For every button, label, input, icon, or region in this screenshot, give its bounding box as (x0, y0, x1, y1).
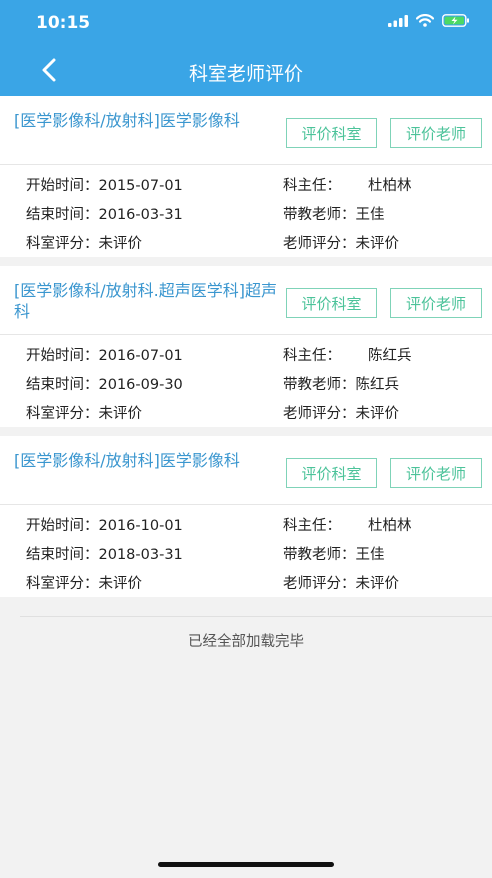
evaluation-card: [医学影像科/放射科]医学影像科 评价科室 评价老师 开始时间：2016-10-… (0, 436, 492, 597)
end-date: 结束时间：2016-03-31 (26, 207, 183, 223)
status-icons (388, 14, 470, 27)
department-score: 科室评分：未评价 (26, 576, 142, 592)
page-title: 科室老师评价 (188, 63, 303, 85)
director-label: 科主任： (283, 518, 341, 534)
teacher-score: 老师评分：未评价 (283, 576, 399, 592)
status-time: 10:15 (36, 13, 91, 33)
rate-department-button[interactable]: 评价科室 (286, 288, 377, 318)
director-name: 杜柏林 (368, 178, 412, 194)
app-header: 10:15 科室老师评价 (0, 0, 492, 96)
teacher-name: 带教老师：王佳 (283, 547, 385, 563)
director-name: 陈红兵 (368, 348, 412, 364)
department-name: [医学影像科/放射科.超声医学科]超声科 (14, 281, 277, 321)
signal-icon (388, 14, 408, 27)
teacher-score: 老师评分：未评价 (283, 236, 399, 252)
teacher-score: 老师评分：未评价 (283, 406, 399, 422)
director-label: 科主任： (283, 348, 341, 364)
wifi-icon (416, 14, 434, 27)
rate-teacher-button[interactable]: 评价老师 (390, 118, 482, 148)
department-score: 科室评分：未评价 (26, 406, 142, 422)
load-complete-message: 已经全部加载完毕 (188, 634, 304, 650)
evaluation-list: [医学影像科/放射科]医学影像科 评价科室 评价老师 开始时间：2015-07-… (0, 96, 492, 597)
battery-charging-icon (442, 14, 469, 27)
rate-teacher-button[interactable]: 评价老师 (390, 288, 482, 318)
department-name: [医学影像科/放射科]医学影像科 (14, 451, 240, 470)
end-date: 结束时间：2016-09-30 (26, 377, 183, 393)
rate-department-button[interactable]: 评价科室 (286, 458, 377, 488)
director-name: 杜柏林 (368, 518, 412, 534)
teacher-name: 带教老师：陈红兵 (283, 377, 399, 393)
card-divider (0, 257, 492, 266)
start-date: 开始时间：2016-10-01 (26, 518, 183, 534)
home-indicator (158, 862, 334, 867)
department-name: [医学影像科/放射科]医学影像科 (14, 111, 240, 130)
start-date: 开始时间：2016-07-01 (26, 348, 183, 364)
evaluation-card: [医学影像科/放射科.超声医学科]超声科 评价科室 评价老师 开始时间：2016… (0, 266, 492, 427)
end-date: 结束时间：2018-03-31 (26, 547, 183, 563)
rate-department-button[interactable]: 评价科室 (286, 118, 377, 148)
list-end-divider (20, 616, 492, 617)
rate-teacher-button[interactable]: 评价老师 (390, 458, 482, 488)
card-divider (0, 427, 492, 436)
department-score: 科室评分：未评价 (26, 236, 142, 252)
start-date: 开始时间：2015-07-01 (26, 178, 183, 194)
evaluation-card: [医学影像科/放射科]医学影像科 评价科室 评价老师 开始时间：2015-07-… (0, 96, 492, 257)
teacher-name: 带教老师：王佳 (283, 207, 385, 223)
director-label: 科主任： (283, 178, 341, 194)
